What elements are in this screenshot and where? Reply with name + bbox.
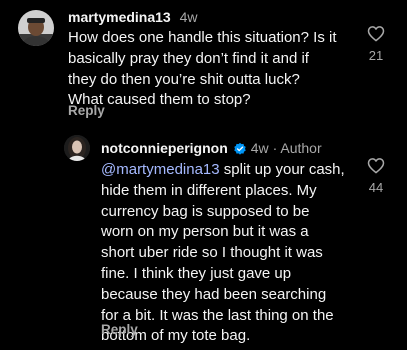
comment-line: they do then you’re shit outta luck? bbox=[68, 70, 300, 88]
avatar[interactable] bbox=[18, 10, 54, 46]
comment-header: martymedina13 4w bbox=[68, 8, 198, 26]
like-count: 44 bbox=[368, 180, 384, 195]
comment-notconnieperignon: notconnieperignon 4w · Author @martymedin… bbox=[0, 125, 407, 350]
mention-link[interactable]: @martymedina13 bbox=[101, 161, 220, 178]
separator: · bbox=[272, 140, 278, 156]
comment-line: because they had been searching bbox=[101, 285, 327, 303]
timestamp: 4w bbox=[179, 9, 198, 25]
comment-text: @martymedina13 split up your cash, hide … bbox=[101, 160, 345, 347]
comment-header: notconnieperignon 4w · Author bbox=[101, 139, 322, 160]
comment-martymedina13: martymedina13 4w How does one handle thi… bbox=[0, 0, 407, 125]
comment-line-rest: split up your cash, bbox=[219, 161, 345, 178]
comment-line: currency bag is supposed to be bbox=[101, 202, 310, 220]
username[interactable]: martymedina13 bbox=[68, 9, 171, 25]
comment-line: short uber ride so I thought it was bbox=[101, 244, 323, 262]
comment-line: basically pray they don’t find it and if bbox=[68, 49, 309, 67]
comment-text: How does one handle this situation? Is i… bbox=[68, 28, 337, 111]
comment-line: How does one handle this situation? Is i… bbox=[68, 29, 337, 46]
comment-line: @martymedina13 split up your cash, bbox=[101, 160, 345, 181]
username[interactable]: notconnieperignon bbox=[101, 140, 228, 156]
comment-line: fine. I think they just gave up bbox=[101, 264, 292, 282]
like-count: 21 bbox=[368, 48, 384, 63]
timestamp: 4w bbox=[250, 140, 269, 156]
verified-badge-icon bbox=[233, 142, 247, 160]
like-button[interactable]: 21 bbox=[363, 25, 389, 63]
avatar-image bbox=[64, 135, 90, 161]
like-button[interactable]: 44 bbox=[363, 157, 389, 195]
avatar[interactable] bbox=[64, 135, 90, 161]
reply-button[interactable]: Reply bbox=[68, 103, 105, 118]
heart-outline-icon bbox=[367, 26, 385, 42]
avatar-image bbox=[18, 10, 54, 46]
heart-outline-icon bbox=[367, 158, 385, 174]
comment-line: What caused them to stop? bbox=[68, 91, 251, 109]
comment-line: worn on my person but it was a bbox=[101, 223, 309, 241]
author-badge: Author bbox=[280, 140, 322, 156]
comment-line: hide them in different places. My bbox=[101, 181, 317, 199]
reply-button[interactable]: Reply bbox=[101, 322, 138, 337]
